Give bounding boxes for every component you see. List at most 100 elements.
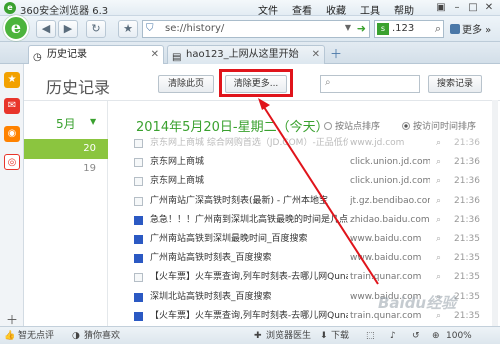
gift-icon[interactable]: ✉ xyxy=(4,98,20,114)
history-search-input[interactable]: ⌕ xyxy=(320,75,420,93)
history-row-title[interactable]: 【火车票】火车票查询,列车时刻表-去哪儿网Qunar... xyxy=(150,307,348,326)
rating-icon[interactable]: 👍 xyxy=(4,328,15,344)
month-selector[interactable]: 5月 xyxy=(56,115,76,132)
baidu-favicon-icon xyxy=(134,235,143,244)
menu-tools[interactable]: 工具 xyxy=(360,2,380,17)
tab-close-icon[interactable]: ✕ xyxy=(312,46,320,63)
left-sidebar: ★ ✉ ◉ ◎ ＋ xyxy=(0,64,24,327)
search-history-button[interactable]: 搜索记录 xyxy=(428,75,482,93)
history-row-title[interactable]: 京东网上商城 综合网购首选（JD.COM）-正品低价、品 xyxy=(150,134,348,153)
history-row[interactable]: 广州南站高铁到深圳最晚时间_百度搜索 www.baidu.com ⌕ 21:35 xyxy=(134,230,480,249)
minimize-icon[interactable]: – xyxy=(450,1,464,14)
tab-hao123[interactable]: ▤ hao123_上网从这里开始 ✕ xyxy=(167,45,325,64)
address-dropdown-icon[interactable]: ▼ xyxy=(345,23,351,32)
history-row-url: www.baidu.com xyxy=(350,234,422,244)
browser-logo-icon[interactable]: e xyxy=(3,15,29,41)
search-icon[interactable]: ⌕ xyxy=(435,22,441,36)
history-row[interactable]: 京东网上商城 click.union.jd.com ⌕ 21:36 xyxy=(134,172,480,191)
history-row-url: train.qunar.com xyxy=(350,272,422,283)
guess-icon: ◑ xyxy=(72,331,80,341)
day-item-19[interactable]: 19 xyxy=(24,159,108,179)
scrollbar[interactable] xyxy=(492,100,498,326)
more-label: 更多 xyxy=(462,25,482,36)
toolbar: ◀ ▶ ↻ ★ ⌂ ⛉ se://history/ ▼ ➜ s .123 ⌕ 更… xyxy=(0,16,500,42)
close-icon[interactable]: ✕ xyxy=(482,1,496,14)
history-row-title[interactable]: 京东网上商城 xyxy=(150,153,348,172)
go-arrow-icon[interactable]: ➜ xyxy=(357,22,366,35)
maximize-icon[interactable]: □ xyxy=(466,1,480,14)
sort-by-time-radio[interactable]: 按访问时间排序 xyxy=(402,119,476,132)
sort-by-time-label: 按访问时间排序 xyxy=(413,122,477,132)
page-title: 历史记录 xyxy=(46,78,111,97)
doctor-label[interactable]: 浏览器医生 xyxy=(266,328,311,344)
zoom-level[interactable]: 100% xyxy=(446,328,472,344)
target-icon[interactable]: ◎ xyxy=(4,154,20,170)
history-row-time: 21:35 xyxy=(454,291,480,302)
history-row[interactable]: 广州南站广深高铁时刻表(最新) - 广州本地宝 jt.gz.bendibao.co… xyxy=(134,192,480,211)
search-engine-icon[interactable]: s xyxy=(377,23,389,35)
address-bar[interactable]: ⛉ se://history/ ▼ ➜ xyxy=(142,20,370,38)
history-row-title[interactable]: 深圳北站高铁时刻表_百度搜索 xyxy=(150,288,348,307)
guess-label[interactable]: 猜你喜欢 xyxy=(84,328,120,344)
weibo-icon[interactable]: ◉ xyxy=(4,126,20,142)
title-bar: e 360安全浏览器 6.3 文件 查看 收藏 工具 帮助 ▣ – □ ✕ xyxy=(0,0,500,17)
menu-favorites[interactable]: 收藏 xyxy=(326,2,346,17)
more-button[interactable]: 更多 » xyxy=(450,21,491,36)
menu-view[interactable]: 查看 xyxy=(292,2,312,17)
history-row-title[interactable]: 广州南站高铁时刻表_百度搜索 xyxy=(150,249,348,268)
baidu-favicon-icon xyxy=(134,254,143,264)
history-row-title[interactable]: 京东网上商城 xyxy=(150,172,348,191)
history-row[interactable]: 京东网上商城 click.union.jd.com ⌕ 21:36 xyxy=(134,153,480,172)
favorites-star-icon[interactable]: ★ xyxy=(4,72,20,88)
refresh-button[interactable]: ↻ xyxy=(86,20,106,38)
history-row[interactable]: 广州南站高铁时刻表_百度搜索 www.baidu.com ⌕ 21:35 xyxy=(134,249,480,268)
sync-icon[interactable]: ↺ xyxy=(412,328,420,344)
status-bar: 👍 智无点评 ◑ 猜你喜欢 ✚ 浏览器医生 ⬇ 下载 ⬚ ♪ ↺ ⊕ 100% xyxy=(0,326,500,344)
clear-page-button[interactable]: 清除此页 xyxy=(158,75,214,93)
menu-file[interactable]: 文件 xyxy=(258,2,278,17)
page-favicon-icon xyxy=(134,139,143,148)
chevron-down-icon[interactable]: ▼ xyxy=(90,117,96,126)
history-row[interactable]: 【火车票】火车票查询,列车时刻表-去哪儿网Qunar... train.qunar… xyxy=(134,268,480,287)
rating-label[interactable]: 智无点评 xyxy=(18,328,54,344)
search-icon[interactable]: ⌕ xyxy=(436,134,441,153)
download-label[interactable]: 下载 xyxy=(331,328,349,344)
baidu-favicon-icon xyxy=(134,292,143,302)
history-row[interactable]: 京东网上商城 综合网购首选（JD.COM）-正品低价、品 www.jd.com ⌕ 2… xyxy=(134,134,480,153)
sort-by-site-radio[interactable]: 按站点排序 xyxy=(324,119,380,132)
tab-close-icon[interactable]: ✕ xyxy=(151,46,159,63)
menu-help[interactable]: 帮助 xyxy=(394,2,414,17)
search-icon[interactable]: ⌕ xyxy=(436,192,441,211)
history-page: 历史记录 清除此页 清除更多... ⌕ 搜索记录 5月 ▼ 20 19 2014… xyxy=(24,64,500,326)
forward-button[interactable]: ▶ xyxy=(58,20,78,38)
history-row-url: zhidao.baidu.com xyxy=(350,214,430,225)
search-icon[interactable]: ⌕ xyxy=(436,153,441,172)
tab-history[interactable]: ◷ 历史记录 ✕ xyxy=(28,45,164,64)
fullscreen-icon[interactable]: ⬚ xyxy=(366,328,375,344)
history-row-url: www.baidu.com xyxy=(350,253,422,264)
search-icon[interactable]: ⌕ xyxy=(436,211,441,230)
tab-bar: ◷ 历史记录 ✕ ▤ hao123_上网从这里开始 ✕ xyxy=(0,42,500,64)
mute-icon[interactable]: ♪ xyxy=(390,328,396,344)
new-tab-button[interactable]: ＋ xyxy=(330,45,342,62)
history-row-title[interactable]: 急急！！！广州南到深圳北高铁最晚的时间是几点... xyxy=(150,211,348,230)
history-row-title[interactable]: 广州南站广深高铁时刻表(最新) - 广州本地宝 xyxy=(150,192,348,211)
search-icon[interactable]: ⌕ xyxy=(436,249,441,268)
search-icon[interactable]: ⌕ xyxy=(436,268,441,287)
search-icon[interactable]: ⌕ xyxy=(436,172,441,191)
history-row[interactable]: 急急！！！广州南到深圳北高铁最晚的时间是几点... zhidao.baidu.co… xyxy=(134,211,480,230)
search-icon[interactable]: ⌕ xyxy=(436,230,441,249)
zoom-icon[interactable]: ⊕ xyxy=(432,328,440,344)
history-row-url: www.jd.com xyxy=(350,138,405,148)
history-row-title[interactable]: 【火车票】火车票查询,列车时刻表-去哪儿网Qunar... xyxy=(150,268,348,287)
window-controls: ▣ – □ ✕ xyxy=(434,1,496,14)
toolbar-search-field[interactable]: s .123 ⌕ xyxy=(374,20,444,38)
address-text: se://history/ xyxy=(165,23,225,34)
favorite-star-button[interactable]: ★ xyxy=(118,20,138,38)
skin-icon[interactable]: ▣ xyxy=(434,1,448,14)
app-title: 360安全浏览器 6.3 xyxy=(20,6,109,17)
menu-bar: 文件 查看 收藏 工具 帮助 xyxy=(258,2,428,17)
history-row-title[interactable]: 广州南站高铁到深圳最晚时间_百度搜索 xyxy=(150,230,348,249)
day-item-20[interactable]: 20 xyxy=(24,139,108,159)
back-button[interactable]: ◀ xyxy=(36,20,56,38)
